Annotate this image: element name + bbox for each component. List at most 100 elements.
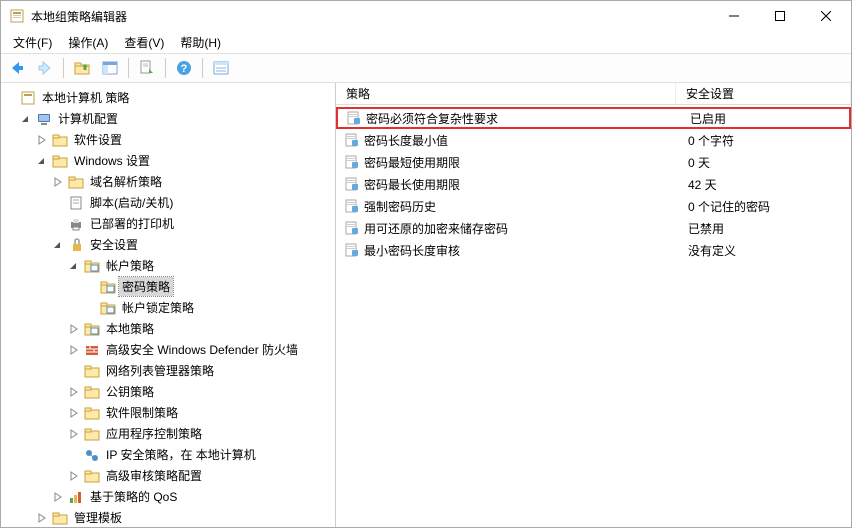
qos-icon <box>68 489 84 505</box>
menu-help[interactable]: 帮助(H) <box>172 32 229 53</box>
window-controls <box>711 1 849 31</box>
policy-icon <box>20 90 36 106</box>
policy-item-icon <box>344 132 360 148</box>
back-button[interactable] <box>5 56 29 80</box>
tree-software-restriction[interactable]: 软件限制策略 <box>1 402 335 423</box>
expander-closed[interactable] <box>67 469 81 483</box>
expander-closed[interactable] <box>67 427 81 441</box>
tree-computer-config[interactable]: 计算机配置 <box>1 108 335 129</box>
minimize-button[interactable] <box>711 1 757 31</box>
policy-row[interactable]: 用可还原的加密来储存密码已禁用 <box>336 217 851 239</box>
tree-label: 公钥策略 <box>103 382 157 401</box>
tree-audit-config[interactable]: 高级审核策略配置 <box>1 465 335 486</box>
policy-item-icon <box>344 242 360 258</box>
expander-open[interactable] <box>19 112 33 126</box>
expander-closed[interactable] <box>67 406 81 420</box>
policy-value: 已禁用 <box>688 220 851 237</box>
tree-security-settings[interactable]: 安全设置 <box>1 234 335 255</box>
tree-network-list[interactable]: 网络列表管理器策略 <box>1 360 335 381</box>
policy-name: 密码最短使用期限 <box>364 154 688 171</box>
tree-label: 已部署的打印机 <box>87 214 177 233</box>
tree-label: 应用程序控制策略 <box>103 424 205 443</box>
policy-item-icon <box>346 110 362 126</box>
expander-closed[interactable] <box>67 385 81 399</box>
tree-label: 域名解析策略 <box>87 172 165 191</box>
menu-file[interactable]: 文件(F) <box>5 32 60 53</box>
expander-closed[interactable] <box>67 322 81 336</box>
filter-button[interactable] <box>209 56 233 80</box>
tree-label: 安全设置 <box>87 235 141 254</box>
tree-ip-security[interactable]: IP 安全策略，在 本地计算机 <box>1 444 335 465</box>
tree-local-policies[interactable]: 本地策略 <box>1 318 335 339</box>
forward-button[interactable] <box>33 56 57 80</box>
policy-value: 已启用 <box>690 110 849 127</box>
policy-item-icon <box>344 220 360 236</box>
show-hide-tree-button[interactable] <box>98 56 122 80</box>
tree-label: 网络列表管理器策略 <box>103 361 217 380</box>
computer-icon <box>36 111 52 127</box>
policy-item-icon <box>344 198 360 214</box>
expander-closed[interactable] <box>35 133 49 147</box>
folder-icon <box>84 363 100 379</box>
close-button[interactable] <box>803 1 849 31</box>
tree-label: 本地策略 <box>103 319 157 338</box>
content-area: 本地计算机 策略 计算机配置 <box>1 83 851 527</box>
tree-lockout-policy[interactable]: 帐户锁定策略 <box>1 297 335 318</box>
menu-action[interactable]: 操作(A) <box>60 32 116 53</box>
expander-open[interactable] <box>67 259 81 273</box>
tree-label: 软件设置 <box>71 130 125 149</box>
up-button[interactable] <box>70 56 94 80</box>
policy-value: 0 天 <box>688 154 851 171</box>
tree-admin-templates[interactable]: 管理模板 <box>1 507 335 527</box>
column-setting[interactable]: 安全设置 <box>676 83 851 104</box>
tree-software-settings[interactable]: 软件设置 <box>1 129 335 150</box>
security-icon <box>68 237 84 253</box>
menu-view[interactable]: 查看(V) <box>116 32 172 53</box>
toolbar-separator <box>128 58 129 78</box>
script-icon <box>68 195 84 211</box>
tree-app-control[interactable]: 应用程序控制策略 <box>1 423 335 444</box>
tree-root[interactable]: 本地计算机 策略 <box>1 87 335 108</box>
tree-public-key[interactable]: 公钥策略 <box>1 381 335 402</box>
policy-name: 密码必须符合复杂性要求 <box>366 110 690 127</box>
tree-account-policies[interactable]: 帐户策略 <box>1 255 335 276</box>
ipsec-icon <box>84 447 100 463</box>
tree-printers[interactable]: 已部署的打印机 <box>1 213 335 234</box>
policy-folder-icon <box>84 258 100 274</box>
tree-dns-policy[interactable]: 域名解析策略 <box>1 171 335 192</box>
policy-row[interactable]: 密码最短使用期限0 天 <box>336 151 851 173</box>
policy-row[interactable]: 最小密码长度审核没有定义 <box>336 239 851 261</box>
tree-label: 密码策略 <box>119 277 173 296</box>
expander-closed[interactable] <box>51 175 65 189</box>
folder-icon <box>84 384 100 400</box>
export-list-button[interactable] <box>135 56 159 80</box>
list-body: 密码必须符合复杂性要求已启用密码长度最小值0 个字符密码最短使用期限0 天密码最… <box>336 105 851 527</box>
tree-pane[interactable]: 本地计算机 策略 计算机配置 <box>1 83 336 527</box>
tree-scripts[interactable]: 脚本(启动/关机) <box>1 192 335 213</box>
help-button[interactable]: ? <box>172 56 196 80</box>
tree-label: 本地计算机 策略 <box>39 88 132 107</box>
expander-closed[interactable] <box>51 490 65 504</box>
tree-qos[interactable]: 基于策略的 QoS <box>1 486 335 507</box>
maximize-button[interactable] <box>757 1 803 31</box>
column-policy[interactable]: 策略 <box>336 83 676 104</box>
folder-icon <box>84 468 100 484</box>
policy-row[interactable]: 强制密码历史0 个记住的密码 <box>336 195 851 217</box>
window-title: 本地组策略编辑器 <box>31 8 711 25</box>
policy-value: 没有定义 <box>688 242 851 259</box>
expander-closed[interactable] <box>67 343 81 357</box>
policy-row[interactable]: 密码最长使用期限42 天 <box>336 173 851 195</box>
tree-password-policy[interactable]: 密码策略 <box>1 276 335 297</box>
tree-windows-settings[interactable]: Windows 设置 <box>1 150 335 171</box>
toolbar: ? <box>1 53 851 83</box>
policy-row[interactable]: 密码长度最小值0 个字符 <box>336 129 851 151</box>
expander-open[interactable] <box>51 238 65 252</box>
tree-label: 高级审核策略配置 <box>103 466 205 485</box>
expander-closed[interactable] <box>35 511 49 525</box>
tree-label: 软件限制策略 <box>103 403 181 422</box>
expander-open[interactable] <box>35 154 49 168</box>
list-header: 策略 安全设置 <box>336 83 851 105</box>
tree-label: 帐户锁定策略 <box>119 298 197 317</box>
tree-defender-firewall[interactable]: 高级安全 Windows Defender 防火墙 <box>1 339 335 360</box>
policy-row[interactable]: 密码必须符合复杂性要求已启用 <box>336 107 851 129</box>
